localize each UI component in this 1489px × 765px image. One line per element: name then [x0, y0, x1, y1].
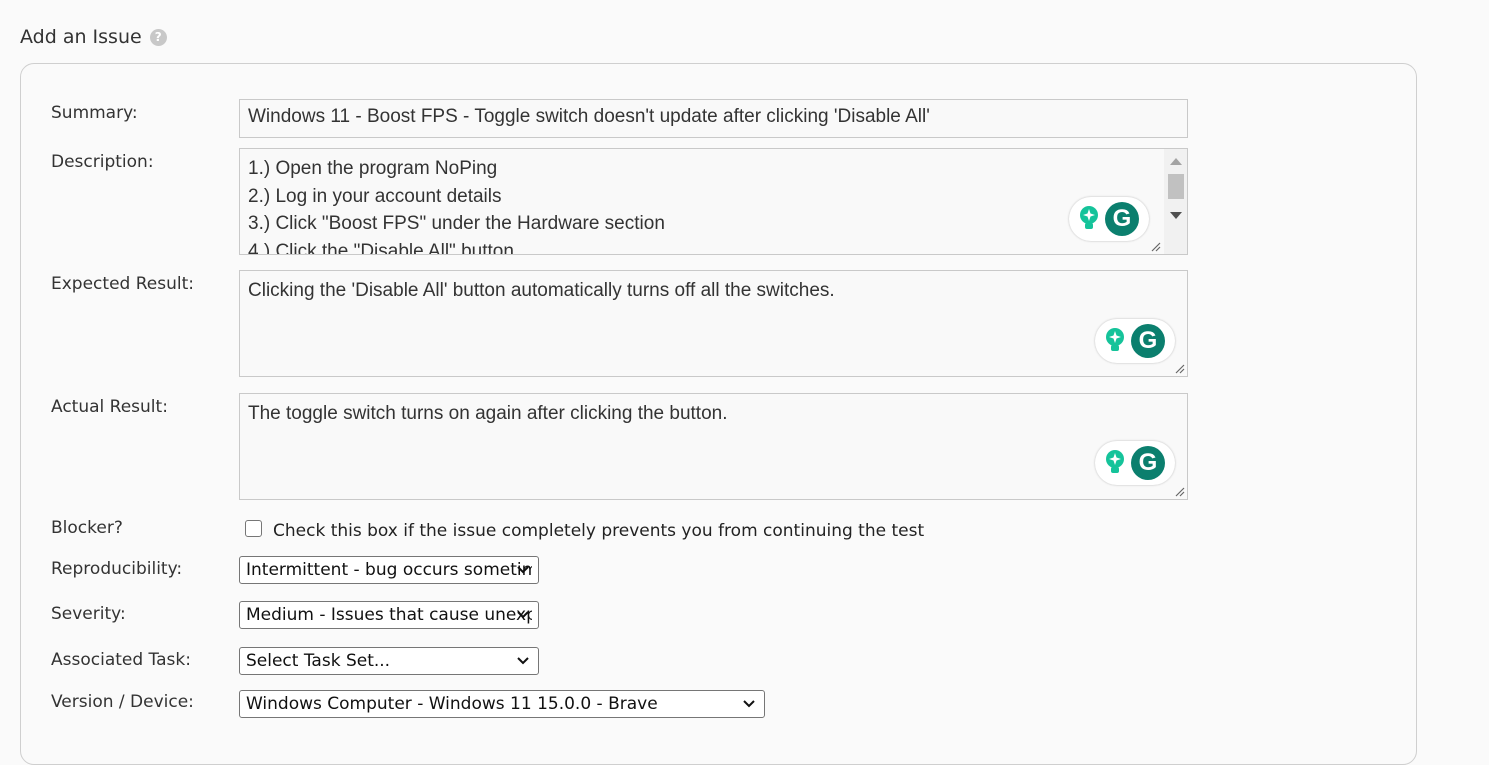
scroll-thumb[interactable]	[1168, 174, 1184, 199]
actual-result-textarea[interactable]: The toggle switch turns on again after c…	[239, 393, 1188, 500]
lightbulb-sparkle-icon	[1106, 450, 1124, 473]
chevron-down-icon	[517, 657, 529, 665]
grammarly-logo-icon: G	[1105, 202, 1139, 236]
resize-handle-icon[interactable]	[1175, 487, 1185, 497]
lightbulb-sparkle-icon	[1106, 328, 1124, 351]
expected-result-text: Clicking the 'Disable All' button automa…	[248, 280, 835, 301]
page-title: Add an Issue ?	[20, 26, 167, 48]
reproducibility-selected: Intermittent - bug occurs sometimes	[246, 560, 532, 580]
description-line: 2.) Log in your account details	[248, 185, 502, 207]
description-textarea[interactable]: 1.) Open the program NoPing 2.) Log in y…	[239, 148, 1188, 255]
description-line: 4.) Click the "Disable All" button	[248, 240, 514, 255]
associated-task-select[interactable]: Select Task Set...	[239, 647, 539, 675]
description-scrollbar[interactable]	[1164, 149, 1187, 254]
severity-select[interactable]: Medium - Issues that cause unexpected be…	[239, 601, 539, 629]
scroll-down-arrow-icon[interactable]	[1170, 212, 1182, 219]
expected-result-textarea[interactable]: Clicking the 'Disable All' button automa…	[239, 270, 1188, 377]
description-label: Description:	[51, 152, 154, 172]
blocker-checkbox-label[interactable]: Check this box if the issue completely p…	[273, 521, 924, 541]
summary-label: Summary:	[51, 103, 138, 123]
help-icon[interactable]: ?	[149, 28, 167, 46]
chevron-down-icon	[743, 700, 755, 708]
actual-result-text: The toggle switch turns on again after c…	[248, 403, 728, 424]
version-device-select[interactable]: Windows Computer - Windows 11 15.0.0 - B…	[239, 690, 765, 718]
version-device-selected: Windows Computer - Windows 11 15.0.0 - B…	[246, 694, 658, 714]
associated-task-label: Associated Task:	[51, 650, 191, 670]
chevron-down-icon	[517, 611, 529, 619]
blocker-checkbox[interactable]	[245, 520, 262, 537]
chevron-down-icon	[517, 566, 529, 574]
expected-result-label: Expected Result:	[51, 274, 194, 294]
lightbulb-sparkle-icon	[1080, 206, 1098, 229]
scroll-up-arrow-icon[interactable]	[1170, 158, 1182, 165]
severity-label: Severity:	[51, 604, 126, 624]
severity-selected: Medium - Issues that cause unexpected be…	[246, 605, 532, 625]
grammarly-widget[interactable]: G	[1095, 319, 1175, 363]
resize-handle-icon[interactable]	[1151, 242, 1161, 252]
actual-result-label: Actual Result:	[51, 397, 168, 417]
reproducibility-label: Reproducibility:	[51, 559, 183, 579]
reproducibility-select[interactable]: Intermittent - bug occurs sometimes	[239, 556, 539, 584]
version-device-label: Version / Device:	[51, 692, 194, 712]
page-title-text: Add an Issue	[20, 26, 142, 48]
description-line: 1.) Open the program NoPing	[248, 158, 498, 179]
blocker-label: Blocker?	[51, 518, 123, 538]
grammarly-widget[interactable]: G	[1069, 197, 1149, 241]
grammarly-logo-icon: G	[1131, 446, 1165, 480]
grammarly-logo-icon: G	[1131, 324, 1165, 358]
description-line: 3.) Click "Boost FPS" under the Hardware…	[248, 213, 665, 234]
resize-handle-icon[interactable]	[1175, 364, 1185, 374]
grammarly-widget[interactable]: G	[1095, 441, 1175, 485]
associated-task-selected: Select Task Set...	[246, 651, 391, 671]
summary-input[interactable]: Windows 11 - Boost FPS - Toggle switch d…	[239, 99, 1188, 138]
